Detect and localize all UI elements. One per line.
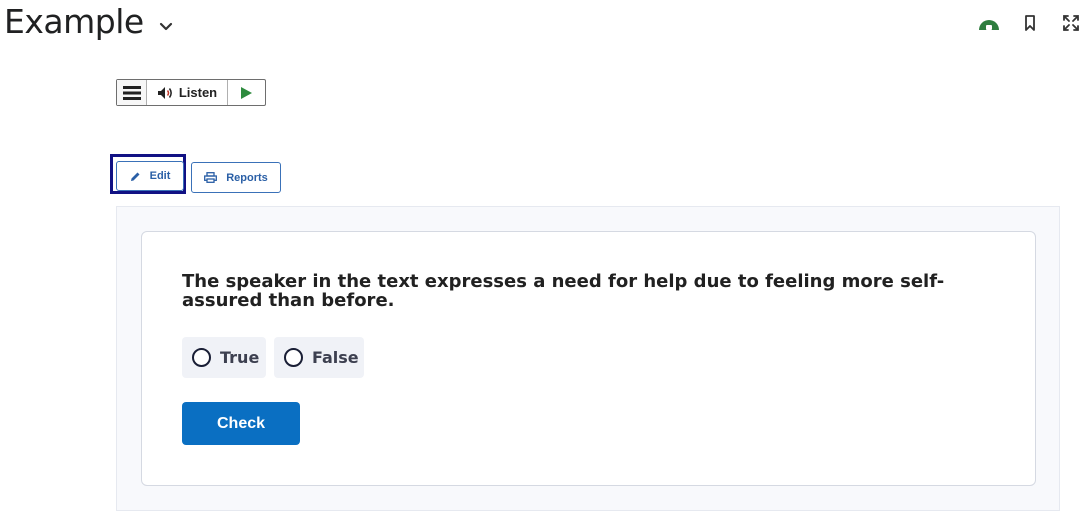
pencil-icon bbox=[130, 171, 141, 182]
menu-icon bbox=[122, 85, 141, 100]
option-label: True bbox=[220, 348, 260, 367]
option-false[interactable]: False bbox=[274, 337, 364, 378]
play-button[interactable] bbox=[228, 80, 265, 105]
edit-label: Edit bbox=[149, 170, 171, 182]
reports-button[interactable]: Reports bbox=[191, 162, 281, 193]
listen-button[interactable]: Listen bbox=[147, 80, 228, 105]
play-icon bbox=[241, 86, 252, 99]
page: Example Listen Edit Reports The speaker … bbox=[0, 0, 1088, 511]
reports-label: Reports bbox=[226, 171, 268, 184]
printer-icon bbox=[204, 172, 218, 183]
page-title: Example bbox=[4, 2, 144, 41]
title-dropdown[interactable]: Example bbox=[4, 2, 174, 41]
option-label: False bbox=[312, 348, 359, 367]
listen-menu-button[interactable] bbox=[117, 80, 147, 105]
fullscreen-icon[interactable] bbox=[1060, 12, 1082, 34]
top-right-toolbar bbox=[959, 12, 1082, 34]
question-text: The speaker in the text expresses a need… bbox=[182, 271, 945, 311]
option-true[interactable]: True bbox=[182, 337, 266, 378]
edit-button[interactable]: Edit bbox=[116, 161, 184, 191]
speaker-icon bbox=[157, 86, 172, 99]
listen-toolbar: Listen bbox=[116, 79, 266, 106]
radio-button[interactable] bbox=[284, 348, 303, 367]
check-button[interactable]: Check bbox=[182, 402, 300, 445]
cloud-status-icon[interactable] bbox=[978, 12, 1000, 34]
listen-label: Listen bbox=[178, 85, 218, 100]
chevron-down-icon[interactable] bbox=[158, 18, 174, 34]
bookmark-icon[interactable] bbox=[1019, 12, 1041, 34]
radio-button[interactable] bbox=[192, 348, 211, 367]
